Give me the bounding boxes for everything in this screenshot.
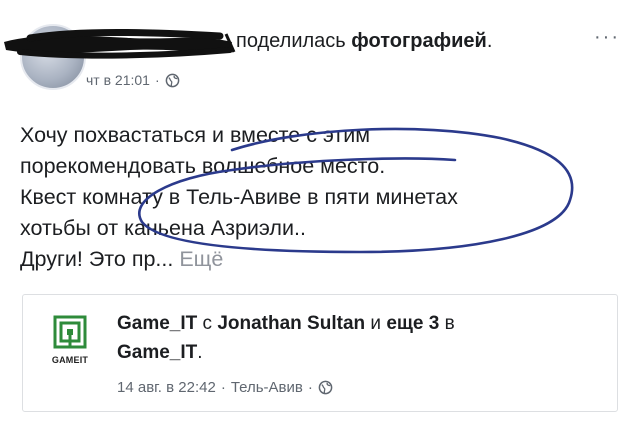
with-word: с [202,313,213,334]
page-logo[interactable]: GAMEIT [41,315,99,373]
page-name-link[interactable]: Game_IT [117,313,197,334]
game-logo-icon [53,315,87,349]
post-body-line: Други! Это пр... [20,247,174,271]
shared-separator: · [307,379,313,396]
meta-separator: · [154,72,160,88]
post-body-line: порекомендовать волшебное место. [20,154,386,178]
post-body-line: Хочу похвастаться и вместе с этим [20,123,371,147]
see-more-link[interactable]: Ещё [179,247,223,271]
shared-date[interactable]: 14 авг. в 22:42 [117,379,216,396]
shared-place[interactable]: Тель-Авив [231,379,303,396]
post-body-line: хотьбы от каньена Азриэли.. [20,216,306,240]
tagged-person-link[interactable]: Jonathan Sultan [217,313,365,334]
others-link[interactable]: еще 3 [386,313,439,334]
post-options-button[interactable]: ··· [594,26,620,49]
post-body: Хочу похвастаться и вместе с этим пореко… [20,120,590,275]
post-body-line: Квест комнату в Тель-Авиве в пяти минета… [20,185,458,209]
globe-icon[interactable] [318,380,333,395]
page-logo-text: GAMEIT [51,355,89,365]
action-suffix: . [486,30,493,52]
photo-link[interactable]: фотографией [351,30,487,52]
shared-title-line: Game_IT с Jonathan Sultan и еще 3 в [117,313,455,335]
post-body-last-line: Други! Это пр... Ещё [20,244,590,275]
post-meta: чт в 21:01 · [86,72,180,88]
location-page-link[interactable]: Game_IT [117,342,197,363]
post-timestamp[interactable]: чт в 21:01 [86,72,150,88]
location-suffix: . [197,342,203,363]
shared-meta: 14 авг. в 22:42 · Тель-Авив · [117,379,333,396]
and-word: и [370,313,382,334]
shared-post-card[interactable]: GAMEIT Game_IT с Jonathan Sultan и еще 3… [22,294,618,412]
shared-location-line: Game_IT. [117,342,203,364]
author-name-redaction [4,29,236,59]
post-card: поделилась фотографией. чт в 21:01 · ···… [0,0,640,424]
shared-separator: · [220,379,226,396]
post-header: поделилась фотографией. [236,30,492,53]
in-word: в [444,313,455,334]
globe-icon[interactable] [165,73,180,88]
action-text: поделилась [236,30,346,52]
